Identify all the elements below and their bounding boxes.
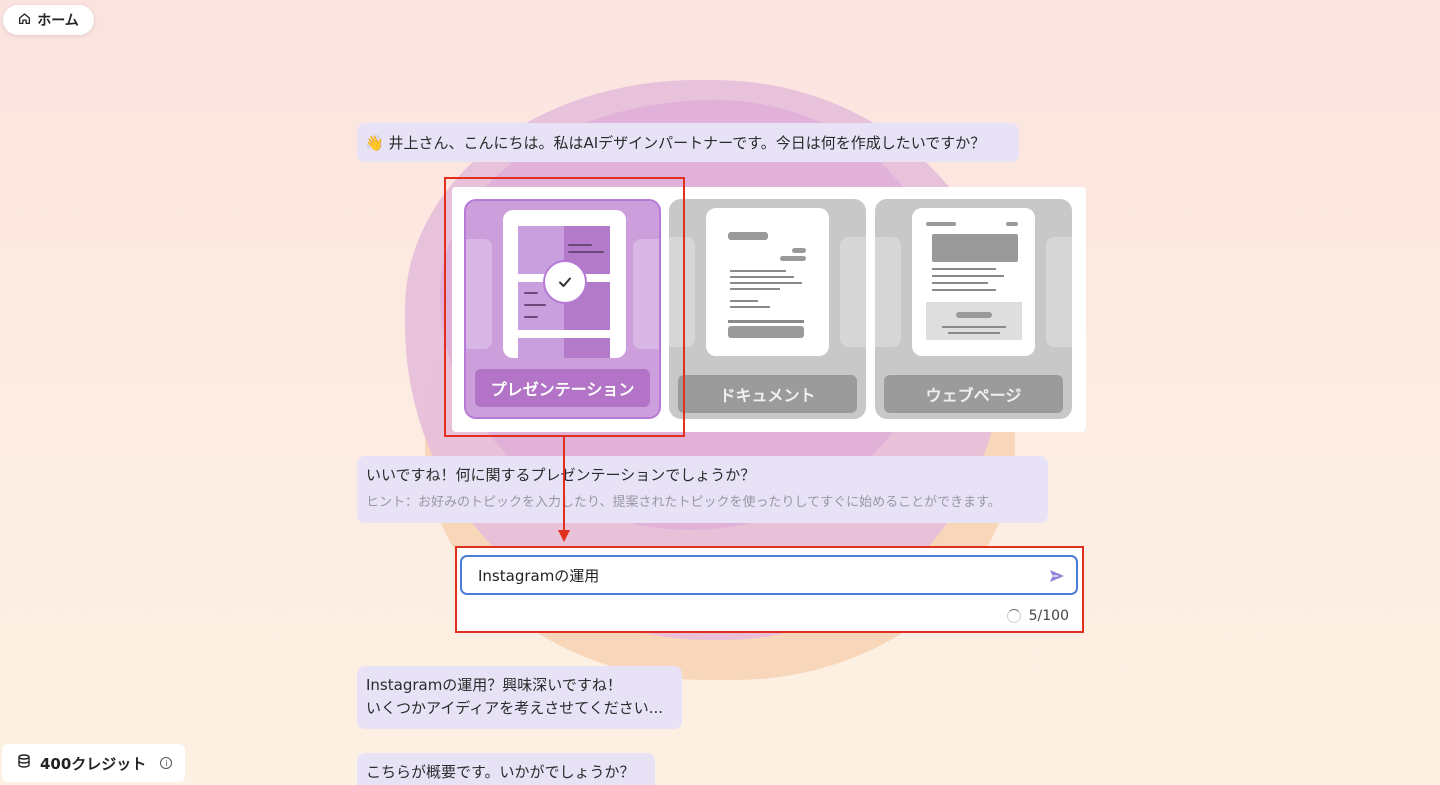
assistant-question-message: いいですね！何に関するプレゼンテーションでしょうか？ ヒント：お好みのトピックを…	[357, 456, 1048, 523]
credits-label: 400クレジット	[40, 754, 147, 773]
coins-icon	[16, 753, 32, 773]
document-thumbnail	[706, 208, 829, 356]
option-document-label: ドキュメント	[678, 375, 857, 413]
home-button[interactable]: ホーム	[3, 5, 94, 35]
webpage-thumbnail	[912, 208, 1035, 356]
home-label: ホーム	[37, 13, 79, 29]
annotation-arrow	[558, 436, 570, 542]
option-webpage-label: ウェブページ	[884, 375, 1063, 413]
option-document-card[interactable]: ドキュメント	[669, 199, 866, 419]
reply-line-2: いくつかアイディアを考えさせてください...	[366, 699, 664, 718]
card-side-decoration	[1046, 237, 1072, 347]
assistant-reply-message: Instagramの運用？興味深いですね！ いくつかアイディアを考えさせてくださ…	[357, 666, 682, 729]
credits-indicator[interactable]: 400クレジット i	[2, 744, 185, 782]
hint-text: ヒント：お好みのトピックを入力したり、提案されたトピックを使ったりしてすぐに始め…	[366, 495, 1001, 511]
card-side-decoration	[840, 237, 866, 347]
greeting-text: 👋 井上さん、こんにちは。私はAIデザインパートナーです。今日は何を作成したいで…	[365, 134, 986, 152]
annotation-highlight-input	[455, 546, 1084, 633]
outline-text: こちらが概要です。いかがでしょうか？	[366, 763, 635, 781]
card-side-decoration	[875, 237, 901, 347]
option-webpage-card[interactable]: ウェブページ	[875, 199, 1072, 419]
assistant-greeting-message: 👋 井上さん、こんにちは。私はAIデザインパートナーです。今日は何を作成したいで…	[357, 123, 1019, 162]
home-icon	[18, 12, 31, 29]
annotation-highlight-selection	[444, 177, 685, 437]
info-icon[interactable]: i	[160, 757, 173, 769]
assistant-outline-message: こちらが概要です。いかがでしょうか？	[357, 753, 655, 785]
reply-line-1: Instagramの運用？興味深いですね！	[366, 676, 622, 694]
question-text: いいですね！何に関するプレゼンテーションでしょうか？	[366, 466, 756, 484]
